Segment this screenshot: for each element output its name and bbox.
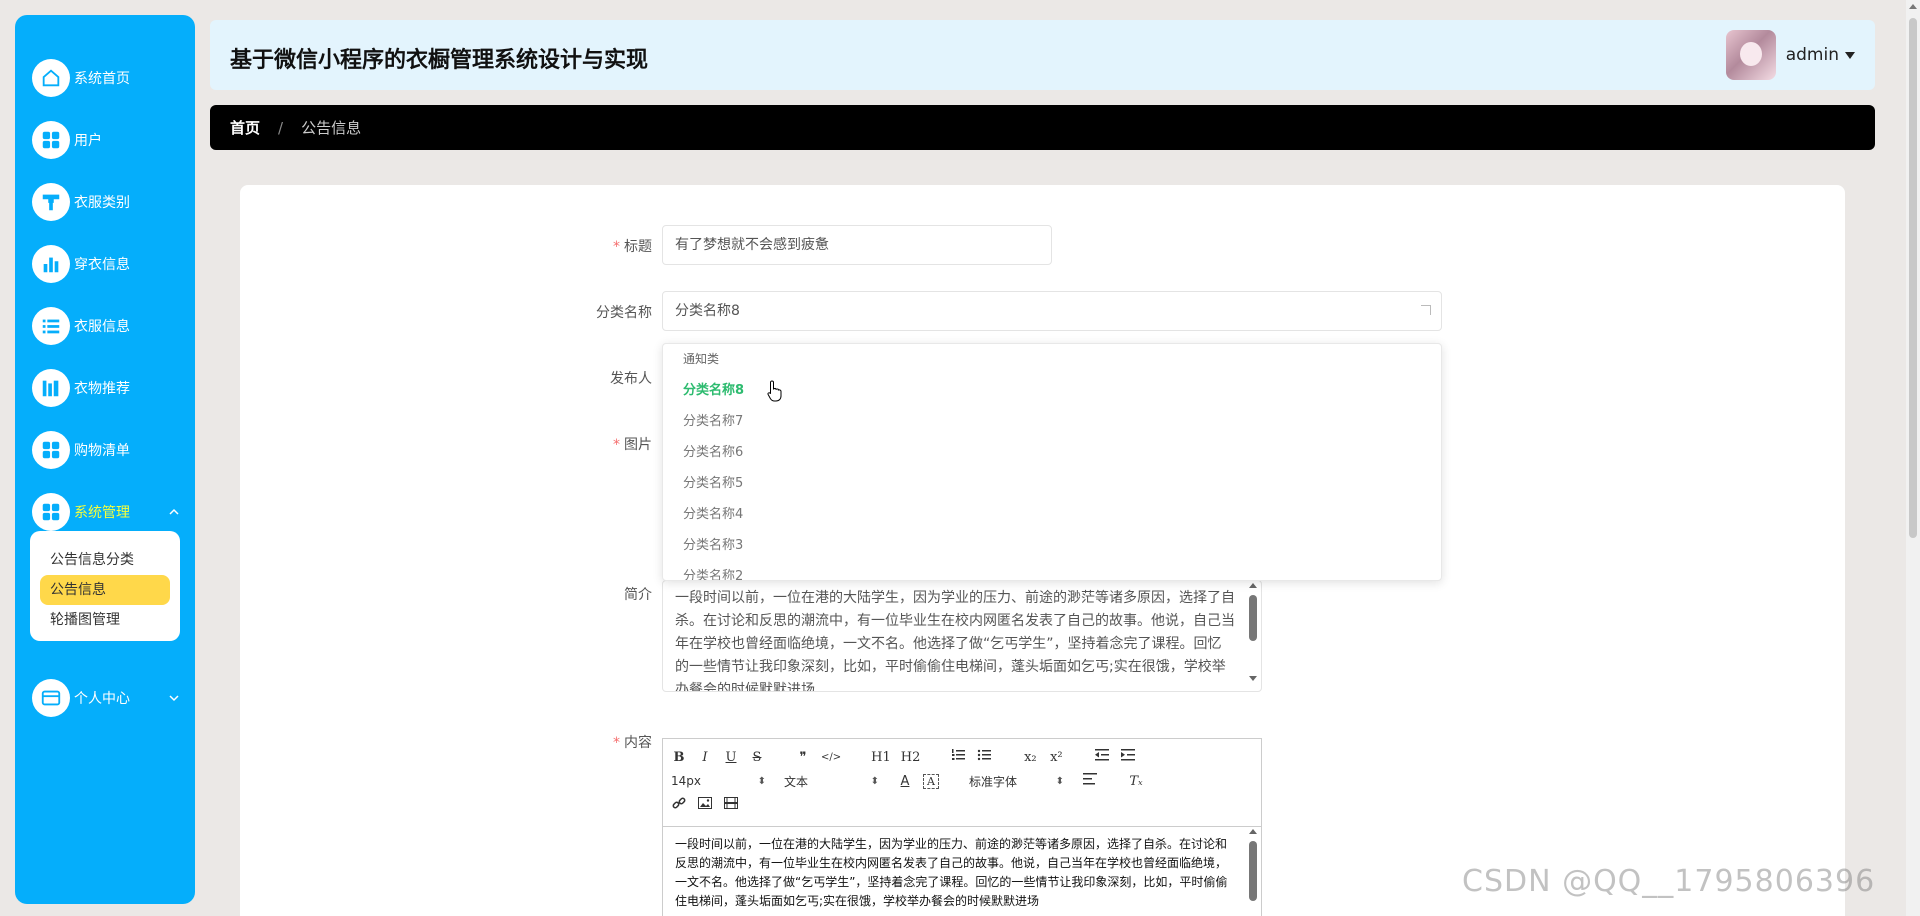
chevron-up-icon: [169, 508, 179, 515]
dropdown-option[interactable]: 分类名称4: [663, 499, 1441, 530]
header1-button[interactable]: H1: [871, 750, 891, 765]
grid-icon: [32, 431, 70, 469]
sidebar-item-label: 衣服类别: [74, 195, 130, 211]
header: 基于微信小程序的衣橱管理系统设计与实现 admin: [210, 20, 1875, 90]
grid-icon: [32, 493, 70, 531]
list-icon: [32, 307, 70, 345]
sidebar-item-personal-center[interactable]: 个人中心: [32, 678, 192, 718]
sidebar-item-clothing-info[interactable]: 衣服信息: [32, 306, 192, 346]
bullet-list-icon[interactable]: [976, 749, 992, 765]
library-icon: [32, 369, 70, 407]
sidebar-item-label: 系统管理: [74, 505, 130, 521]
clear-format-icon[interactable]: Tₓ: [1128, 774, 1144, 789]
bold-button[interactable]: B: [671, 750, 687, 765]
select-arrow-icon: [1421, 305, 1431, 315]
sidebar-item-label: 用户: [74, 133, 102, 149]
funnel-icon: [32, 183, 70, 221]
hand-cursor-icon: [767, 380, 782, 402]
card-icon: [32, 679, 70, 717]
sidebar-item-shopping-list[interactable]: 购物清单: [32, 430, 192, 470]
content-label: * 内容: [613, 735, 652, 751]
summary-label: 简介: [624, 587, 652, 603]
code-block-button[interactable]: </>: [821, 752, 841, 763]
dropdown-option[interactable]: 分类名称2: [663, 561, 1441, 580]
caret-down-icon: [1845, 51, 1855, 59]
title-label: * 标题: [613, 239, 652, 255]
sidebar-item-home[interactable]: 系统首页: [32, 58, 192, 98]
breadcrumb: 首页 / 公告信息: [210, 105, 1875, 150]
dropdown-option[interactable]: 分类名称3: [663, 530, 1441, 561]
subscript-button[interactable]: x₂: [1022, 750, 1038, 765]
blockquote-button[interactable]: ❞: [795, 750, 811, 765]
dropdown-option[interactable]: 分类名称5: [663, 468, 1441, 499]
sidebar-item-label: 穿衣信息: [74, 257, 130, 273]
editor-content[interactable]: 一段时间以前，一位在港的大陆学生，因为学业的压力、前途的渺茫等诸多原因，选择了自…: [663, 827, 1261, 916]
editor-toolbar: B I U S ❞ </> H1 H2 x₂ x² 14px ⬍ 文本 ⬍ A …: [663, 739, 1261, 827]
dropdown-option[interactable]: 分类名称7: [663, 406, 1441, 437]
dropdown-group-label: 通知类: [683, 352, 720, 366]
sidebar-item-recommend[interactable]: 衣物推荐: [32, 368, 192, 408]
home-icon: [32, 59, 70, 97]
bar-chart-icon: [32, 245, 70, 283]
system-submenu: 公告信息分类 公告信息 轮播图管理: [30, 531, 180, 641]
avatar: [1725, 30, 1776, 80]
title-input[interactable]: 有了梦想就不会感到疲惫: [662, 225, 1052, 265]
sidebar-item-label: 衣服信息: [74, 319, 130, 335]
submenu-item-notice[interactable]: 公告信息: [40, 575, 170, 605]
dropdown-option[interactable]: 分类名称6: [663, 437, 1441, 468]
link-icon[interactable]: [671, 796, 687, 814]
breadcrumb-current: 公告信息: [301, 119, 362, 137]
category-select-value: 分类名称8: [675, 303, 740, 319]
align-icon[interactable]: [1082, 773, 1098, 789]
font-size-select[interactable]: 14px ⬍: [671, 774, 766, 788]
watermark: CSDN @QQ__1795806396: [1462, 864, 1876, 899]
summary-text: 一段时间以前，一位在港的大陆学生，因为学业的压力、前途的渺茫等诸多原因，选择了自…: [675, 590, 1235, 692]
video-icon[interactable]: [723, 797, 739, 813]
username: admin: [1785, 45, 1839, 65]
sidebar-item-users[interactable]: 用户: [32, 120, 192, 160]
sidebar-item-label: 个人中心: [74, 691, 130, 707]
rich-text-editor: B I U S ❞ </> H1 H2 x₂ x² 14px ⬍ 文本 ⬍ A …: [662, 738, 1262, 916]
breadcrumb-home[interactable]: 首页: [230, 117, 260, 138]
app-title: 基于微信小程序的衣橱管理系统设计与实现: [230, 48, 649, 73]
paragraph-select[interactable]: 文本 ⬍: [784, 773, 879, 790]
sidebar: 系统首页 用户 衣服类别 穿衣信息 衣服信息 衣物推荐 购物清单 系统管理 公告…: [15, 15, 195, 904]
category-select[interactable]: 分类名称8: [662, 291, 1442, 331]
category-label: 分类名称: [596, 305, 652, 321]
sidebar-item-label: 衣物推荐: [74, 381, 130, 397]
header2-button[interactable]: H2: [901, 750, 921, 765]
editor-content-text: 一段时间以前，一位在港的大陆学生，因为学业的压力、前途的渺茫等诸多原因，选择了自…: [675, 837, 1228, 908]
sidebar-item-clothing-category[interactable]: 衣服类别: [32, 182, 192, 222]
font-color-icon[interactable]: A: [897, 774, 913, 789]
italic-button[interactable]: I: [697, 750, 713, 765]
textarea-scrollbar[interactable]: [1247, 583, 1259, 689]
font-family-select[interactable]: 标准字体 ⬍: [969, 773, 1064, 790]
summary-textarea[interactable]: 一段时间以前，一位在港的大陆学生，因为学业的压力、前途的渺茫等诸多原因，选择了自…: [662, 580, 1262, 692]
category-dropdown: 通知类 分类名称8 分类名称7 分类名称6 分类名称5 分类名称4 分类名称3 …: [662, 343, 1442, 581]
ordered-list-icon[interactable]: [950, 749, 966, 765]
image-label: * 图片: [613, 437, 652, 453]
sidebar-item-system-management[interactable]: 系统管理: [32, 492, 192, 532]
underline-button[interactable]: U: [723, 750, 739, 765]
indent-icon[interactable]: [1120, 749, 1136, 765]
user-menu[interactable]: admin: [1725, 30, 1855, 80]
sidebar-item-label: 系统首页: [74, 71, 130, 87]
strike-button[interactable]: S: [749, 750, 765, 765]
background-color-icon[interactable]: A: [923, 773, 939, 789]
sidebar-item-label: 购物清单: [74, 443, 130, 459]
page-scrollbar[interactable]: [1906, 0, 1920, 916]
breadcrumb-separator: /: [278, 118, 284, 137]
publisher-label: 发布人: [610, 371, 652, 387]
grid-icon: [32, 121, 70, 159]
chevron-down-icon: [169, 695, 179, 702]
superscript-button[interactable]: x²: [1048, 750, 1064, 765]
editor-scrollbar[interactable]: [1247, 829, 1259, 916]
outdent-icon[interactable]: [1094, 749, 1110, 765]
sidebar-item-outfit-info[interactable]: 穿衣信息: [32, 244, 192, 284]
submenu-item-notice-category[interactable]: 公告信息分类: [40, 545, 170, 575]
image-icon[interactable]: [697, 797, 713, 813]
submenu-item-carousel[interactable]: 轮播图管理: [40, 605, 170, 635]
